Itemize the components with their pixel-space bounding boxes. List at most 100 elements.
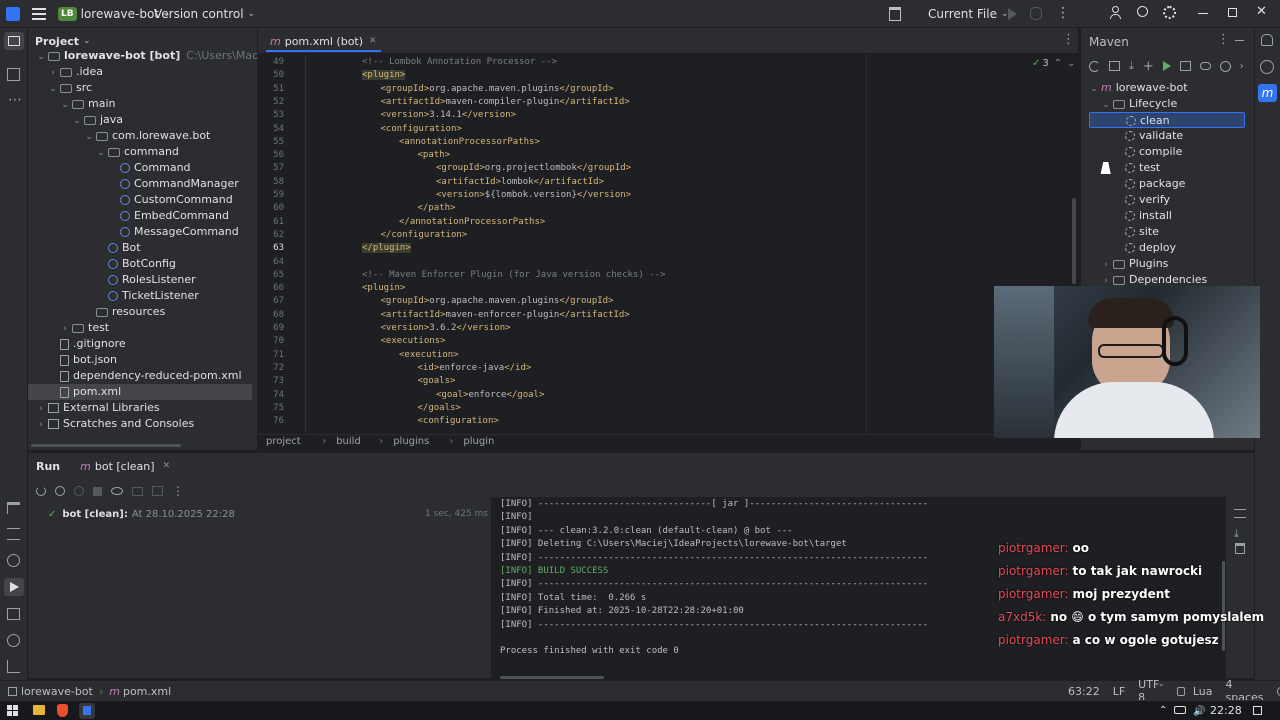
code-line[interactable]: <version>3.14.1</version> [381, 109, 516, 122]
settings-gear-icon[interactable] [1163, 6, 1176, 19]
brave-browser-icon[interactable] [57, 704, 68, 717]
tree-chevron-icon[interactable]: ⌄ [60, 97, 70, 113]
project-tree-item[interactable]: ⌄ command [28, 144, 252, 160]
project-tree-item[interactable]: Command [28, 160, 252, 176]
skip-tests-icon[interactable] [1219, 60, 1231, 72]
profiles-icon[interactable] [1179, 61, 1191, 71]
code-line[interactable]: <execution> [399, 349, 459, 362]
code-line[interactable]: <artifactId>lombok</artifactId> [436, 176, 604, 189]
project-horizontal-scrollbar[interactable] [31, 444, 181, 447]
editor-vertical-scrollbar[interactable] [1072, 198, 1076, 284]
clear-console-icon[interactable] [1235, 543, 1245, 554]
code-line[interactable]: <groupId>org.projectlombok</groupId> [436, 162, 631, 175]
maven-hide-icon[interactable] [1235, 40, 1244, 41]
maven-tree-item[interactable]: install [1089, 208, 1245, 224]
run-goal-icon[interactable] [1162, 61, 1171, 71]
project-tree-item[interactable]: ⌄ src [28, 80, 252, 96]
code-line[interactable]: </plugin> [362, 242, 411, 255]
code-line[interactable]: <plugin> [362, 69, 406, 82]
run-more-icon[interactable]: ⋮ [172, 484, 184, 498]
code-line[interactable]: </path> [418, 202, 456, 215]
maven-tree-item[interactable]: › Plugins [1089, 256, 1245, 272]
project-tree-item[interactable]: ⌄ com.lorewave.bot [28, 128, 252, 144]
close-run-tab-icon[interactable]: ✕ [163, 461, 171, 471]
add-icon[interactable]: + [1143, 59, 1154, 74]
breadcrumb-item[interactable]: build [336, 436, 361, 448]
tree-chevron-icon[interactable]: ⌄ [96, 145, 106, 161]
run-config-select[interactable]: Current File ⌄ [928, 5, 1009, 23]
breadcrumb-item[interactable]: plugin [463, 436, 494, 448]
code-line[interactable]: <id>enforce-java</id> [418, 362, 532, 375]
project-tree-item[interactable]: RolesListener [28, 272, 252, 288]
maven-more-icon[interactable]: ⋮ [1217, 32, 1230, 47]
console-horizontal-scrollbar[interactable] [500, 676, 604, 679]
tree-chevron-icon[interactable]: › [36, 401, 46, 417]
reload-icon[interactable] [1089, 60, 1100, 72]
console-vertical-scrollbar[interactable] [1222, 561, 1225, 651]
project-tree-item[interactable]: ⌄ main [28, 96, 252, 112]
project-tool-button[interactable] [4, 32, 24, 50]
editor-tab-pom[interactable]: m pom.xml (bot) ✕ [266, 32, 381, 52]
close-tab-icon[interactable]: ✕ [369, 36, 377, 46]
terminal-icon[interactable] [7, 608, 20, 620]
maven-tree-item[interactable]: ⌄ m lorewave-bot [1089, 80, 1245, 96]
run-icon[interactable] [1008, 8, 1017, 20]
caret-position[interactable]: 63:22 [1068, 685, 1100, 698]
project-tree-item[interactable]: dependency-reduced-pom.xml [28, 368, 252, 384]
intellij-logo-icon[interactable] [6, 7, 20, 21]
build-icon[interactable] [7, 502, 20, 514]
code-line[interactable]: <!-- Lombok Annotation Processor --> [362, 56, 557, 69]
code-line[interactable]: <goal>enforce</goal> [436, 389, 544, 402]
maven-tree-item[interactable]: validate [1089, 128, 1245, 144]
code-line[interactable]: <annotationProcessorPaths> [399, 136, 540, 149]
project-tree-item[interactable]: TicketListener [28, 288, 252, 304]
add-user-icon[interactable] [1110, 6, 1122, 20]
maven-tree-item[interactable]: compile [1089, 144, 1245, 160]
project-tree-item[interactable]: bot.json [28, 352, 252, 368]
editor-more-icon[interactable]: ⋮ [1062, 32, 1075, 47]
project-tree-item[interactable]: Bot [28, 240, 252, 256]
open-folder-icon[interactable] [1109, 61, 1120, 71]
code-line[interactable]: <!-- Maven Enforcer Plugin (for Java ver… [362, 269, 665, 282]
maven-tree-item[interactable]: ⌄ Lifecycle [1089, 96, 1245, 112]
maven-tree-item[interactable]: clean [1089, 112, 1245, 128]
search-icon[interactable] [1137, 6, 1148, 17]
code-line[interactable]: <artifactId>maven-enforcer-plugin</artif… [381, 309, 630, 322]
project-tree-item[interactable]: › .idea [28, 64, 252, 80]
stop-icon[interactable] [93, 486, 102, 496]
project-tree-item[interactable]: CustomCommand [28, 192, 252, 208]
structure-icon[interactable] [7, 68, 20, 81]
minimize-icon[interactable] [1198, 13, 1208, 14]
tree-chevron-icon[interactable]: ⌄ [1101, 97, 1111, 113]
project-panel-header[interactable]: Project ⌄ [35, 34, 91, 48]
project-tree-item[interactable]: EmbedCommand [28, 208, 252, 224]
main-menu-icon[interactable] [32, 8, 46, 20]
code-line[interactable]: </goals> [418, 402, 461, 415]
notification-center-icon[interactable] [1253, 706, 1262, 715]
maven-tree-item[interactable]: verify [1089, 192, 1245, 208]
tree-chevron-icon[interactable]: ⌄ [72, 113, 82, 129]
start-menu-icon[interactable] [7, 705, 18, 716]
scroll-to-end-icon[interactable]: ⤓ [1234, 527, 1239, 541]
project-tree-item[interactable]: ⌄ java [28, 112, 252, 128]
code-line[interactable]: <path> [418, 149, 451, 162]
tree-chevron-icon[interactable]: ⌄ [84, 129, 94, 145]
offline-icon[interactable] [1199, 62, 1211, 70]
tree-chevron-icon[interactable]: › [48, 65, 58, 81]
run-tool-button[interactable] [4, 578, 24, 596]
tree-chevron-icon[interactable]: ⌄ [48, 81, 58, 97]
project-tree-item[interactable]: › Scratches and Consoles [28, 416, 252, 432]
notifications-icon[interactable] [1261, 34, 1273, 46]
expand-icon[interactable]: › [1240, 61, 1244, 72]
run-services-icon[interactable] [7, 554, 20, 567]
git-icon[interactable] [7, 660, 20, 673]
restore-icon[interactable] [1228, 8, 1237, 17]
maven-tree-item[interactable]: deploy [1089, 240, 1245, 256]
tree-chevron-icon[interactable]: › [1101, 257, 1111, 273]
volume-icon[interactable]: 🔊 [1193, 706, 1205, 717]
tree-chevron-icon[interactable]: › [60, 321, 70, 337]
project-tree-item[interactable]: BotConfig [28, 256, 252, 272]
inspection-widget[interactable]: ✓ 3 ⌃ ⌄ [1032, 58, 1076, 69]
project-tree-item[interactable]: pom.xml [28, 384, 252, 400]
file-explorer-icon[interactable] [33, 705, 45, 715]
